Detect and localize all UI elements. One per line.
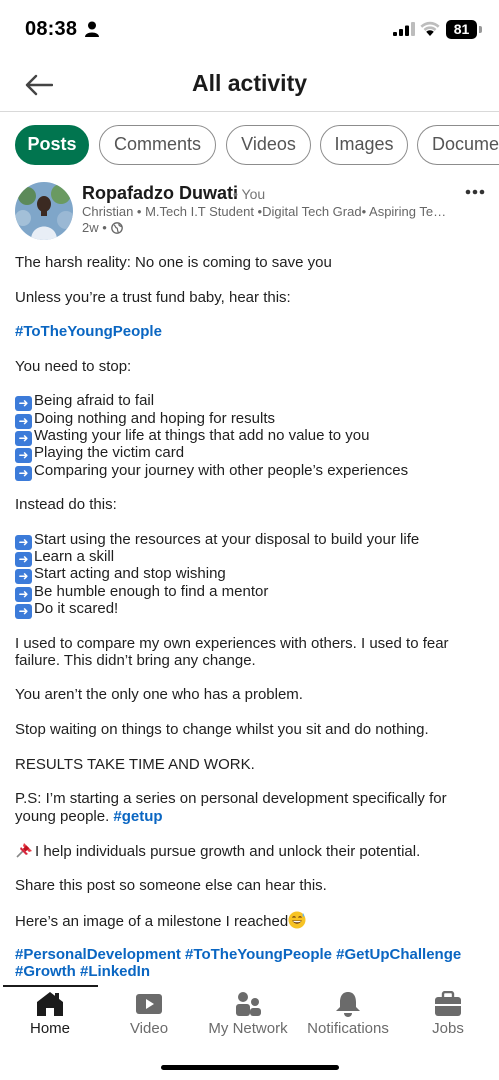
post-line: The harsh reality: No one is coming to s… <box>15 254 332 271</box>
list-item: ➜ Being afraid to fail <box>15 392 487 412</box>
bell-icon <box>336 992 360 1017</box>
post-line: Stop waiting on things to change whilst … <box>15 721 429 739</box>
hashtag-link[interactable]: #ToTheYoungPeople <box>15 323 162 340</box>
chip-images[interactable]: Images <box>320 125 408 165</box>
nav-home[interactable]: Home <box>0 985 100 1041</box>
list-item: ➜ Doing nothing and hoping for results <box>15 410 487 429</box>
post-line: P.S: I’m starting a series on personal d… <box>15 790 447 808</box>
arrow-right-icon: ➜ <box>15 465 32 481</box>
post-meta: 2w • <box>82 220 123 235</box>
post-line: I help individuals pursue growth and unl… <box>15 842 487 860</box>
grinning-sweat-emoji-icon <box>288 911 306 929</box>
status-time: 08:38 <box>25 18 78 40</box>
avatar[interactable] <box>15 182 73 240</box>
video-icon <box>136 994 162 1014</box>
avatar-photo <box>15 182 73 240</box>
chip-videos[interactable]: Videos <box>226 125 311 165</box>
post-line: young people. #getup <box>15 807 163 825</box>
wifi-icon <box>420 21 440 36</box>
post-line: #Growth #LinkedIn <box>15 963 487 980</box>
battery-icon: 81 <box>446 20 477 39</box>
arrow-right-icon: ➜ <box>15 603 32 619</box>
post-line: You need to stop: <box>15 357 132 375</box>
list-item: ➜ Learn a skill <box>15 548 487 568</box>
person-icon <box>85 21 99 37</box>
post-line: Instead do this: <box>15 496 117 514</box>
post-line: You aren’t the only one who has a proble… <box>15 686 303 704</box>
chip-documents[interactable]: Documents <box>417 125 499 165</box>
list-item: ➜ Playing the victim card <box>15 444 487 464</box>
hashtag-links[interactable]: #Growth #LinkedIn <box>15 963 150 980</box>
list-item: ➜ Be humble enough to find a mentor <box>15 583 487 602</box>
author-name[interactable]: Ropafadzo Duwati <box>82 183 238 204</box>
header: All activity <box>0 60 499 112</box>
hashtag-link[interactable]: #getup <box>113 808 162 825</box>
status-bar: 08:38 81 <box>0 0 499 60</box>
list-item: ➜ Do it scared! <box>15 600 487 619</box>
post-line: Share this post so someone else can hear… <box>15 876 327 894</box>
globe-icon <box>110 221 123 234</box>
home-indicator <box>161 1065 339 1070</box>
post-line: #ToTheYoungPeople <box>15 323 487 340</box>
post-line: failure. This didn’t bring any change. <box>15 651 256 669</box>
nav-video[interactable]: Video <box>99 985 199 1041</box>
network-icon <box>236 992 261 1016</box>
list-item: ➜ Wasting your life at things that add no… <box>15 427 487 446</box>
post-line: Here’s an image of a milestone I reached <box>15 911 487 930</box>
nav-jobs[interactable]: Jobs <box>398 985 498 1041</box>
post-line: I used to compare my own experiences wit… <box>15 634 449 652</box>
post-line: RESULTS TAKE TIME AND WORK. <box>15 755 255 773</box>
author-you-label: • You <box>233 186 266 202</box>
page-title: All activity <box>191 70 308 96</box>
signal-icon <box>393 22 415 36</box>
author-headline: Christian • M.Tech I.T Student •Digital … <box>82 204 448 219</box>
home-icon <box>37 992 63 1016</box>
list-item: ➜ Start acting and stop wishing <box>15 565 487 585</box>
chip-comments[interactable]: Comments <box>99 125 216 165</box>
list-item: ➜ Comparing your journey with other peopl… <box>15 462 487 481</box>
post-line: Unless you’re a trust fund baby, hear th… <box>15 288 291 306</box>
nav-my-network[interactable]: My Network <box>198 985 298 1041</box>
post-body: The harsh reality: No one is coming to s… <box>15 254 487 980</box>
battery-tip <box>479 26 482 33</box>
briefcase-icon <box>435 991 461 1016</box>
pushpin-icon <box>16 843 32 858</box>
hashtag-links[interactable]: #PersonalDevelopment #ToTheYoungPeople #… <box>15 946 461 963</box>
nav-notifications[interactable]: Notifications <box>298 985 398 1041</box>
more-horizontal-icon[interactable] <box>462 186 488 198</box>
post-time: 2w • <box>82 220 107 235</box>
post-line: #PersonalDevelopment #ToTheYoungPeople #… <box>15 946 487 963</box>
list-item: ➜ Start using the resources at your dispo… <box>15 531 487 550</box>
chip-posts[interactable]: Posts <box>15 125 89 165</box>
